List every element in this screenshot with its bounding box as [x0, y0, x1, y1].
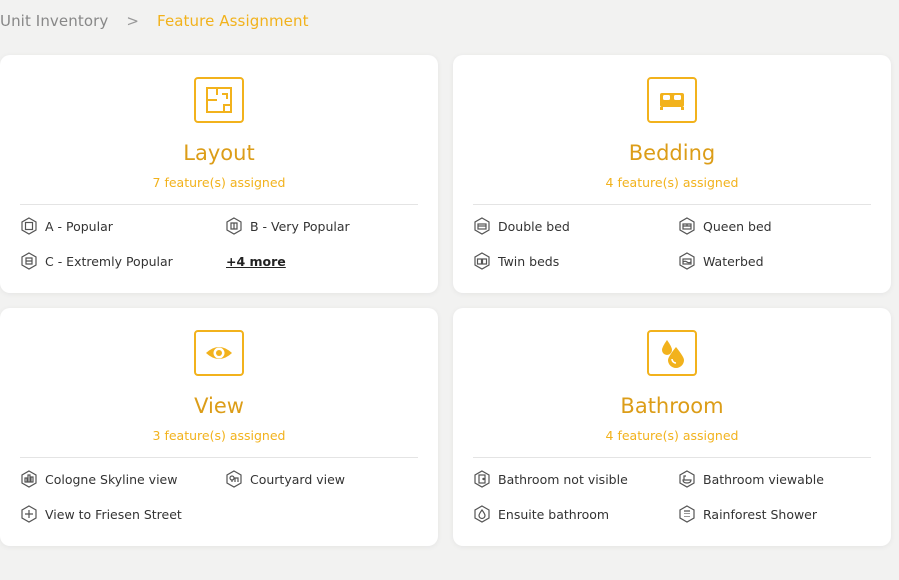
- card-feature-count: 7 feature(s) assigned: [152, 175, 286, 190]
- divider: [473, 204, 871, 205]
- breadcrumb-feature-assignment: Feature Assignment: [157, 12, 309, 30]
- feature-item: B - Very Popular: [225, 217, 350, 235]
- feature-label: Bathroom not visible: [498, 471, 628, 487]
- feature-item: Cologne Skyline view: [20, 470, 177, 488]
- feature-label: Twin beds: [498, 253, 560, 269]
- bathroom-closed-icon: [473, 470, 491, 488]
- feature-item: C - Extremly Popular: [20, 252, 173, 270]
- feature-label: Waterbed: [703, 253, 764, 269]
- layout-a-icon: [20, 217, 38, 235]
- feature-item: A - Popular: [20, 217, 113, 235]
- feature-label: A - Popular: [45, 218, 113, 234]
- feature-card-bedding[interactable]: Bedding 4 feature(s) assigned Double bed…: [453, 55, 891, 293]
- card-feature-count: 4 feature(s) assigned: [605, 428, 739, 443]
- feature-label: Ensuite bathroom: [498, 506, 610, 522]
- waterbed-icon: [678, 252, 696, 270]
- feature-label: Courtyard view: [250, 471, 346, 487]
- divider: [20, 457, 418, 458]
- card-title: Layout: [183, 141, 255, 165]
- card-feature-count: 4 feature(s) assigned: [605, 175, 739, 190]
- feature-item: Queen bed: [678, 217, 772, 235]
- bathroom-open-icon: [678, 470, 696, 488]
- feature-label: C - Extremly Popular: [45, 253, 173, 269]
- show-more-link[interactable]: +4 more: [226, 254, 286, 269]
- feature-label: Rainforest Shower: [703, 506, 818, 522]
- eye-icon: [194, 330, 244, 376]
- feature-item: Bathroom not visible: [473, 470, 628, 488]
- feature-item: Double bed: [473, 217, 570, 235]
- shower-icon: [678, 505, 696, 523]
- card-feature-count: 3 feature(s) assigned: [152, 428, 286, 443]
- layout-b-icon: [225, 217, 243, 235]
- street-icon: [20, 505, 38, 523]
- breadcrumb-unit-inventory[interactable]: Unit Inventory: [0, 12, 108, 30]
- layout-c-icon: [20, 252, 38, 270]
- feature-label: Bathroom viewable: [703, 471, 824, 487]
- breadcrumb: Unit Inventory > Feature Assignment: [0, 12, 309, 30]
- feature-label: B - Very Popular: [250, 218, 350, 234]
- feature-label: Cologne Skyline view: [45, 471, 178, 487]
- feature-item: Ensuite bathroom: [473, 505, 609, 523]
- feature-label: View to Friesen Street: [45, 506, 182, 522]
- floorplan-icon: [194, 77, 244, 123]
- feature-item: View to Friesen Street: [20, 505, 182, 523]
- feature-item: Courtyard view: [225, 470, 345, 488]
- card-title: Bathroom: [620, 394, 724, 418]
- skyline-icon: [20, 470, 38, 488]
- twin-beds-icon: [473, 252, 491, 270]
- card-title: View: [194, 394, 244, 418]
- chevron-right-icon: >: [126, 12, 140, 30]
- feature-label: Double bed: [498, 218, 570, 234]
- feature-item: Waterbed: [678, 252, 764, 270]
- feature-card-bathroom[interactable]: Bathroom 4 feature(s) assigned Bathroom …: [453, 308, 891, 546]
- feature-label: Queen bed: [703, 218, 772, 234]
- queen-bed-icon: [678, 217, 696, 235]
- water-drops-icon: [647, 330, 697, 376]
- feature-item: Rainforest Shower: [678, 505, 817, 523]
- ensuite-icon: [473, 505, 491, 523]
- feature-item: Bathroom viewable: [678, 470, 824, 488]
- feature-card-layout[interactable]: Layout 7 feature(s) assigned A - Popular…: [0, 55, 438, 293]
- divider: [473, 457, 871, 458]
- double-bed-icon: [473, 217, 491, 235]
- card-title: Bedding: [628, 141, 716, 165]
- feature-item: Twin beds: [473, 252, 559, 270]
- feature-card-view[interactable]: View 3 feature(s) assigned Cologne Skyli…: [0, 308, 438, 546]
- bed-icon: [647, 77, 697, 123]
- courtyard-icon: [225, 470, 243, 488]
- divider: [20, 204, 418, 205]
